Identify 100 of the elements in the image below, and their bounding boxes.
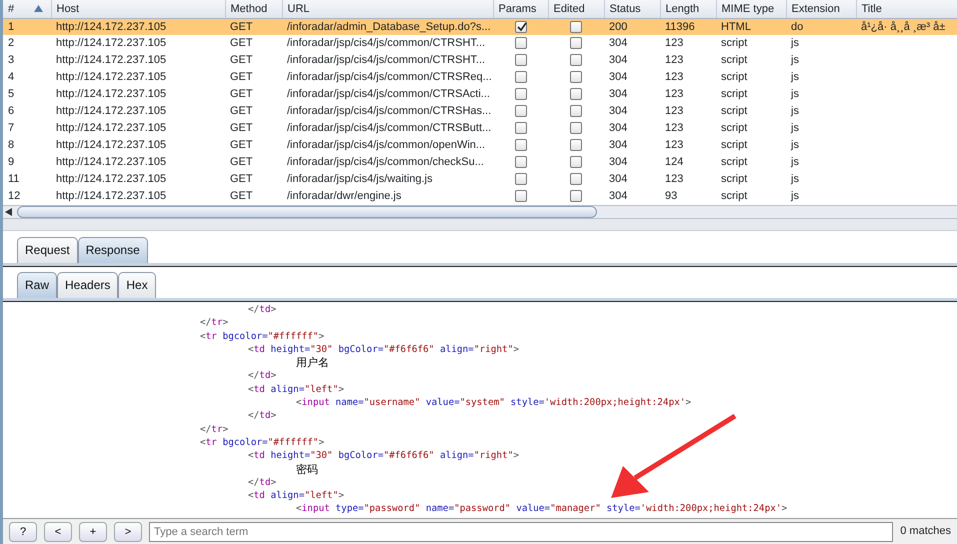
checkbox[interactable] bbox=[514, 139, 526, 152]
table-cell: /inforadar/dwr/engine.js bbox=[287, 190, 402, 202]
scroll-left-icon[interactable] bbox=[5, 208, 13, 216]
column-header[interactable]: Host bbox=[56, 2, 80, 14]
table-row[interactable]: 2 http://124.172.237.105 GET /inforadar/jsp/cis4/js/common/CTRSHT... 304 123 script js bbox=[3, 35, 957, 52]
table-row[interactable]: 6 http://124.172.237.105 GET /inforadar/jsp/cis4/js/common/CTRSHas... 304 123 script js bbox=[3, 103, 957, 120]
table-cell: GET bbox=[230, 139, 253, 152]
column-header[interactable]: Title bbox=[862, 2, 882, 14]
table-cell: http://124.172.237.105 bbox=[56, 54, 166, 66]
table-row[interactable]: 1 http://124.172.237.105 GET /inforadar/admin_Database_Setup.do?s... 200 11396 HTML do å¹¿å· å¸¸å ¸æ³ å± bbox=[3, 18, 957, 35]
horizontal-scrollbar[interactable] bbox=[3, 205, 957, 219]
table-cell: http://124.172.237.105 bbox=[56, 173, 166, 186]
table-cell: 304 bbox=[609, 88, 628, 100]
table-cell: http://124.172.237.105 bbox=[56, 37, 166, 50]
table-cell: 304 bbox=[609, 122, 628, 134]
tab[interactable]: Request bbox=[17, 237, 78, 263]
code-line: </tr> bbox=[199, 316, 230, 330]
search-field[interactable]: Type a search term bbox=[149, 522, 894, 542]
table-row[interactable]: 9 http://124.172.237.105 GET /inforadar/jsp/cis4/js/common/checkSu... 304 124 script js bbox=[3, 154, 957, 171]
checkbox[interactable] bbox=[514, 88, 526, 100]
tab[interactable]: Headers bbox=[57, 272, 118, 298]
table-row[interactable]: 5 http://124.172.237.105 GET /inforadar/jsp/cis4/js/common/CTRSActi... 304 123 script js bbox=[3, 86, 957, 103]
checkbox[interactable] bbox=[514, 105, 526, 118]
table-cell: /inforadar/jsp/cis4/js/common/openWin... bbox=[287, 139, 486, 152]
checkbox[interactable] bbox=[514, 173, 526, 186]
table-cell: js bbox=[791, 156, 799, 168]
table-cell: /inforadar/jsp/cis4/js/common/CTRSActi... bbox=[287, 88, 490, 100]
table-cell: 8 bbox=[8, 139, 14, 152]
table-row[interactable]: 7 http://124.172.237.105 GET /inforadar/jsp/cis4/js/common/CTRSButt... 304 123 script js bbox=[3, 120, 957, 137]
table-cell: http://124.172.237.105 bbox=[56, 156, 166, 168]
tab[interactable]: Raw bbox=[17, 272, 58, 298]
table-cell: /inforadar/jsp/cis4/js/waiting.js bbox=[287, 173, 433, 186]
table-cell: 123 bbox=[665, 105, 684, 118]
code-line: </td> bbox=[247, 369, 278, 383]
table-cell: js bbox=[791, 139, 799, 152]
checkbox[interactable] bbox=[514, 190, 526, 202]
table-row[interactable]: 8 http://124.172.237.105 GET /inforadar/jsp/cis4/js/common/openWin... 304 123 script js bbox=[3, 137, 957, 154]
table-cell: /inforadar/jsp/cis4/js/common/checkSu... bbox=[287, 156, 484, 168]
table-cell: js bbox=[791, 190, 799, 202]
table-cell: 123 bbox=[665, 122, 684, 134]
table-cell: 4 bbox=[8, 71, 14, 84]
table-cell: script bbox=[721, 105, 748, 118]
checkbox[interactable] bbox=[514, 122, 526, 134]
checkbox[interactable] bbox=[514, 71, 526, 84]
checkbox[interactable] bbox=[570, 54, 582, 66]
table-cell: /inforadar/jsp/cis4/js/common/CTRSHas... bbox=[287, 105, 492, 118]
table-row[interactable]: 12 http://124.172.237.105 GET /inforadar/dwr/engine.js 304 93 script js bbox=[3, 188, 957, 205]
table-cell: GET bbox=[230, 190, 253, 202]
search-nav-button[interactable]: ? bbox=[9, 522, 37, 542]
checkbox[interactable] bbox=[570, 139, 582, 152]
table-cell: /inforadar/jsp/cis4/js/common/CTRSHT... bbox=[287, 54, 486, 66]
tab[interactable]: Hex bbox=[118, 272, 156, 298]
table-cell: 124 bbox=[665, 156, 684, 168]
table-row[interactable]: 11 http://124.172.237.105 GET /inforadar/jsp/cis4/js/waiting.js 304 123 script js bbox=[3, 171, 957, 188]
table-cell: 123 bbox=[665, 173, 684, 186]
checkbox[interactable] bbox=[570, 71, 582, 84]
table-cell: js bbox=[791, 88, 799, 100]
checkbox[interactable] bbox=[514, 54, 526, 66]
table-cell: js bbox=[791, 54, 799, 66]
table-cell: js bbox=[791, 122, 799, 134]
code-line: </tr> bbox=[199, 422, 230, 436]
code-line: <td align="left"> bbox=[247, 489, 345, 502]
checkbox[interactable] bbox=[570, 190, 582, 202]
table-cell: 123 bbox=[665, 37, 684, 50]
checkbox[interactable] bbox=[570, 88, 582, 100]
table-cell: GET bbox=[230, 20, 253, 32]
checkbox[interactable] bbox=[570, 122, 582, 134]
checkbox[interactable] bbox=[514, 37, 526, 50]
table-cell: script bbox=[721, 139, 748, 152]
checkbox[interactable] bbox=[570, 37, 582, 50]
checkbox[interactable] bbox=[570, 105, 582, 118]
column-header[interactable]: # bbox=[8, 2, 14, 14]
search-nav-button[interactable]: < bbox=[44, 522, 72, 542]
table-cell: 123 bbox=[665, 71, 684, 84]
search-nav-button[interactable]: > bbox=[114, 522, 142, 542]
scrollbar-thumb[interactable] bbox=[17, 206, 597, 218]
table-cell: HTML bbox=[721, 20, 751, 32]
column-header[interactable]: URL bbox=[288, 2, 310, 14]
checkbox[interactable] bbox=[514, 20, 526, 33]
code-line: </td> bbox=[247, 476, 278, 490]
checkbox[interactable] bbox=[570, 173, 582, 186]
table-cell: 7 bbox=[8, 122, 14, 134]
search-nav-button[interactable]: + bbox=[79, 522, 107, 542]
table-cell: GET bbox=[230, 37, 253, 50]
table-cell: GET bbox=[230, 156, 253, 168]
table-cell: http://124.172.237.105 bbox=[56, 105, 166, 118]
table-row[interactable]: 3 http://124.172.237.105 GET /inforadar/jsp/cis4/js/common/CTRSHT... 304 123 script js bbox=[3, 52, 957, 69]
checkbox[interactable] bbox=[514, 156, 526, 168]
table-cell: 12 bbox=[8, 190, 20, 202]
table-cell: GET bbox=[230, 122, 253, 134]
table-cell: script bbox=[721, 37, 748, 50]
code-line: <input name="username" value="system" style='width:200px;height:24px'> bbox=[295, 396, 692, 410]
table-cell: js bbox=[791, 37, 799, 50]
table-cell: script bbox=[721, 122, 748, 134]
table-row[interactable]: 4 http://124.172.237.105 GET /inforadar/jsp/cis4/js/common/CTRSReq... 304 123 script js bbox=[3, 69, 957, 86]
checkbox[interactable] bbox=[570, 156, 582, 168]
table-cell: GET bbox=[230, 105, 253, 118]
tab[interactable]: Response bbox=[78, 237, 148, 263]
table-cell: script bbox=[721, 190, 748, 202]
checkbox[interactable] bbox=[570, 20, 582, 33]
